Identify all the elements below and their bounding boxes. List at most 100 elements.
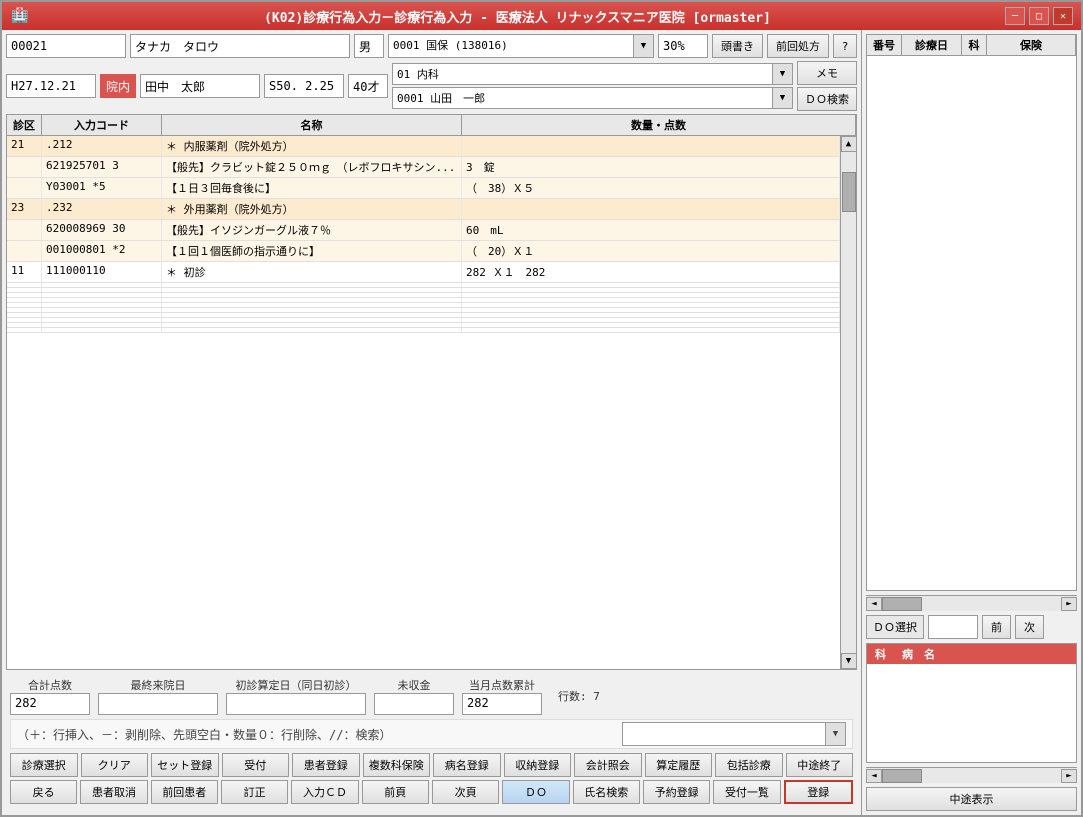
td-code [42, 308, 162, 312]
doctor-field[interactable]: 0001 山田 一郎 ▼ [392, 87, 793, 109]
col-byomei: 病 名 [894, 644, 943, 664]
table-row[interactable]: 21 .212 ＊ 内服薬剤（院外処方） [7, 136, 840, 157]
register-button[interactable]: 登録 [784, 780, 853, 804]
disease-scroll-thumb[interactable] [882, 769, 922, 783]
col-shinku: 診区 [7, 115, 42, 135]
monthly-value[interactable]: 282 [462, 693, 542, 715]
next-page-button[interactable]: 次頁 [432, 780, 499, 804]
reception-list-button[interactable]: 受付一覧 [713, 780, 780, 804]
chuuto-display-button[interactable]: 中途表示 [866, 787, 1077, 811]
collection-register-button[interactable]: 収納登録 [504, 753, 572, 777]
dept-field[interactable]: 01 内科 ▼ [392, 63, 793, 85]
td-code: 621925701 3 [42, 157, 162, 177]
comprehensive-button[interactable]: 包括診療 [715, 753, 783, 777]
table-row[interactable]: 621925701 3 【般先】クラビット錠２５０ｍｇ （レボフロキサシン...… [7, 157, 840, 178]
table-row[interactable]: Y03001 *5 【１日３回毎食後に】 （ 38）Ｘ５ [7, 178, 840, 199]
age-field[interactable]: 40才 [348, 74, 388, 98]
calculation-history-button[interactable]: 算定履歴 [645, 753, 713, 777]
do-selection-input[interactable] [928, 615, 978, 639]
hint-combo-arrow[interactable]: ▼ [825, 723, 845, 745]
td-name: ＊ 内服薬剤（院外処方） [162, 136, 462, 156]
td-code: 111000110 [42, 262, 162, 282]
minimize-button[interactable]: ─ [1005, 7, 1025, 25]
accounting-button[interactable]: 会計照会 [574, 753, 642, 777]
maximize-button[interactable]: □ [1029, 7, 1049, 25]
td-code: 001000801 *2 [42, 241, 162, 261]
name-search-button[interactable]: 氏名検索 [573, 780, 640, 804]
table-row[interactable] [7, 328, 840, 333]
tougaki-button[interactable]: 頭書き [712, 34, 763, 58]
disease-scroll-right[interactable]: ► [1061, 769, 1077, 783]
table-body[interactable]: 21 .212 ＊ 内服薬剤（院外処方） 621925701 3 【般先】クラビ… [7, 136, 840, 669]
patient-row-1: 00021 タナカ タロウ 男 0001 国保 (138016) ▼ 30% 頭… [6, 34, 857, 58]
gender-field[interactable]: 男 [354, 34, 384, 58]
td-shinku [7, 288, 42, 292]
insurance-field[interactable]: 0001 国保 (138016) ▼ [388, 34, 654, 58]
multiple-insurance-button[interactable]: 複数科保険 [363, 753, 431, 777]
td-shinku [7, 241, 42, 261]
scroll-up-arrow[interactable]: ▲ [841, 136, 857, 152]
scroll-down-arrow[interactable]: ▼ [841, 653, 857, 669]
question-button[interactable]: ? [833, 34, 857, 58]
monthly-label: 当月点数累計 [469, 677, 535, 693]
scroll-thumb[interactable] [842, 172, 856, 212]
insurance-dropdown-arrow[interactable]: ▼ [633, 35, 653, 57]
close-button[interactable]: ✕ [1053, 7, 1073, 25]
td-code [42, 298, 162, 302]
td-name: 【般先】イソジンガーグル液７％ [162, 220, 462, 240]
disease-table: 科 病 名 [866, 643, 1077, 763]
maekaisho-button[interactable]: 前回処方 [767, 34, 829, 58]
prev-patient-button[interactable]: 前回患者 [151, 780, 218, 804]
disease-register-button[interactable]: 病名登録 [433, 753, 501, 777]
zoom-field[interactable]: 30% [658, 34, 708, 58]
patient-cancel-button[interactable]: 患者取消 [80, 780, 147, 804]
correction-button[interactable]: 訂正 [221, 780, 288, 804]
table-row[interactable]: 23 .232 ＊ 外用薬剤（院外処方） [7, 199, 840, 220]
patient-kana-field[interactable]: タナカ タロウ [130, 34, 350, 58]
scroll-left-arrow[interactable]: ◄ [866, 597, 882, 611]
scroll-right-arrow[interactable]: ► [1061, 597, 1077, 611]
do-prev-button[interactable]: 前 [982, 615, 1011, 639]
patient-id-field[interactable]: 00021 [6, 34, 126, 58]
memo-button[interactable]: メモ [797, 61, 857, 85]
dept-dropdown-arrow[interactable]: ▼ [772, 64, 792, 84]
clear-button[interactable]: クリア [81, 753, 149, 777]
set-register-button[interactable]: セット登録 [151, 753, 219, 777]
history-scrollbar-h[interactable]: ◄ ► [866, 595, 1077, 611]
date-field[interactable]: H27.12.21 [6, 74, 96, 98]
disease-body [867, 664, 1076, 762]
patient-register-button[interactable]: 患者登録 [292, 753, 360, 777]
td-shinku [7, 220, 42, 240]
td-shinku [7, 308, 42, 312]
table-row[interactable]: 001000801 *2 【１回１個医師の指示通りに】 （ 20）Ｘ１ [7, 241, 840, 262]
appointment-button[interactable]: 予約登録 [643, 780, 710, 804]
prev-page-button[interactable]: 前頁 [362, 780, 429, 804]
do-search-button[interactable]: ＤＯ検索 [797, 87, 857, 111]
input-cd-button[interactable]: 入力ＣＤ [291, 780, 358, 804]
lastvisit-label: 最終来院日 [131, 677, 186, 693]
shinryo-select-button[interactable]: 診療選択 [10, 753, 78, 777]
disease-scrollbar-h[interactable]: ◄ ► [866, 767, 1077, 783]
disease-scroll-left[interactable]: ◄ [866, 769, 882, 783]
lastvisit-value[interactable] [98, 693, 218, 715]
patient-name-field[interactable]: 田中 太郎 [140, 74, 260, 98]
firstdiag-value[interactable] [226, 693, 366, 715]
hint-combo[interactable]: ▼ [622, 722, 846, 746]
scroll-thumb-h[interactable] [882, 597, 922, 611]
birth-date-field[interactable]: S50. 2.25 [264, 74, 344, 98]
doctor-dropdown-arrow[interactable]: ▼ [772, 88, 792, 108]
table-row[interactable]: 11 111000110 ＊ 初診 282 Ｘ１ 282 [7, 262, 840, 283]
total-value[interactable]: 282 [10, 693, 90, 715]
back-button[interactable]: 戻る [10, 780, 77, 804]
uncollected-value[interactable] [374, 693, 454, 715]
td-qty [462, 303, 840, 307]
td-qty [462, 328, 840, 332]
uketsuke-button[interactable]: 受付 [222, 753, 290, 777]
do-button[interactable]: ＤＯ [502, 780, 569, 804]
firstdiag-label: 初診算定日（同日初診） [236, 677, 357, 693]
gyou-count: 行数: 7 [558, 688, 600, 704]
do-next-button[interactable]: 次 [1015, 615, 1044, 639]
table-row[interactable]: 620008969 30 【般先】イソジンガーグル液７％ 60 mL [7, 220, 840, 241]
table-scrollbar[interactable]: ▲ ▼ [840, 136, 856, 669]
chuuto-end-btn2[interactable]: 中途終了 [786, 753, 854, 777]
